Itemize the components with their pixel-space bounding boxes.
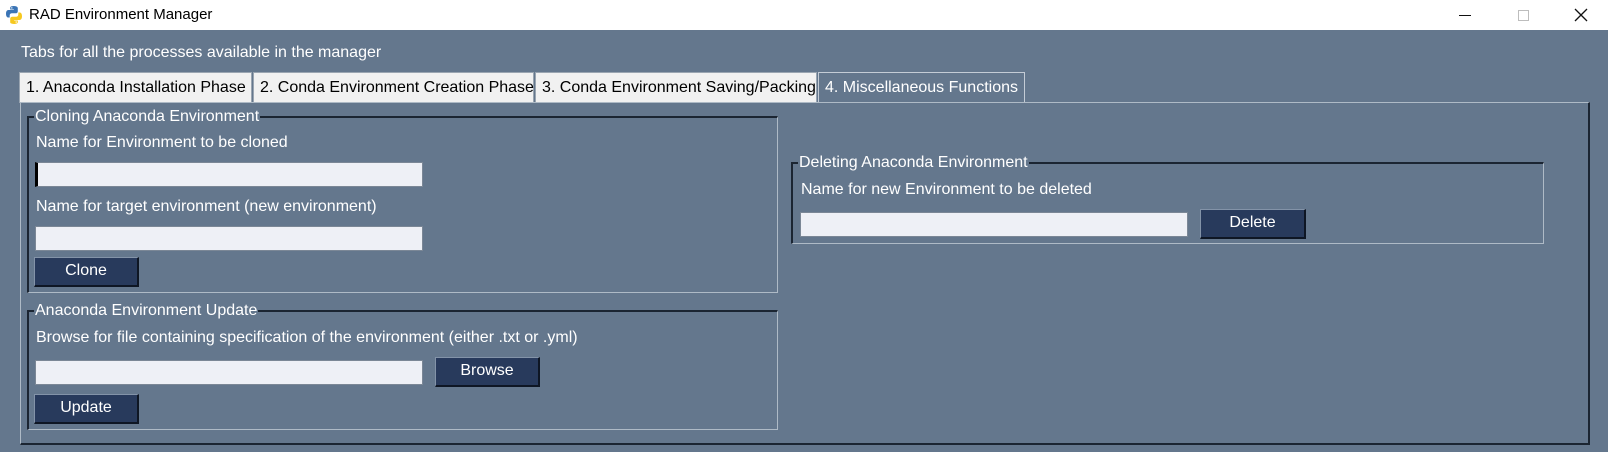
delete-button[interactable]: Delete [1200, 209, 1306, 239]
update-button[interactable]: Update [34, 394, 139, 424]
close-button[interactable] [1552, 0, 1608, 30]
clone-frame-title: Cloning Anaconda Environment [34, 107, 261, 127]
source-env-label: Name for Environment to be cloned [36, 134, 288, 151]
delete-frame-title: Deleting Anaconda Environment [798, 153, 1029, 173]
clone-button[interactable]: Clone [34, 257, 139, 287]
maximize-icon [1517, 9, 1529, 21]
tab-miscellaneous-functions[interactable]: 4. Miscellaneous Functions [818, 72, 1025, 103]
close-icon [1574, 8, 1588, 22]
maximize-button[interactable] [1494, 0, 1552, 30]
tab-anaconda-installation[interactable]: 1. Anaconda Installation Phase [19, 72, 252, 103]
target-env-label: Name for target environment (new environ… [36, 198, 377, 215]
delete-env-label: Name for new Environment to be deleted [801, 181, 1092, 198]
minimize-icon [1459, 14, 1471, 16]
python-logo-icon [6, 6, 22, 24]
window-title: RAD Environment Manager [29, 6, 213, 23]
browse-file-label: Browse for file containing specification… [36, 329, 578, 346]
source-env-input[interactable] [35, 162, 423, 187]
update-frame-title: Anaconda Environment Update [34, 301, 259, 321]
delete-env-input[interactable] [800, 212, 1188, 237]
title-bar: RAD Environment Manager [0, 0, 1608, 30]
tab-conda-environment-creation[interactable]: 2. Conda Environment Creation Phase [253, 72, 534, 103]
tab-conda-environment-saving[interactable]: 3. Conda Environment Saving/Packing [535, 72, 817, 103]
target-env-input[interactable] [35, 226, 423, 251]
browse-button[interactable]: Browse [435, 357, 540, 387]
notebook-label: Tabs for all the processes available in … [21, 44, 382, 61]
minimize-button[interactable] [1436, 0, 1494, 30]
spec-file-input[interactable] [35, 360, 423, 385]
